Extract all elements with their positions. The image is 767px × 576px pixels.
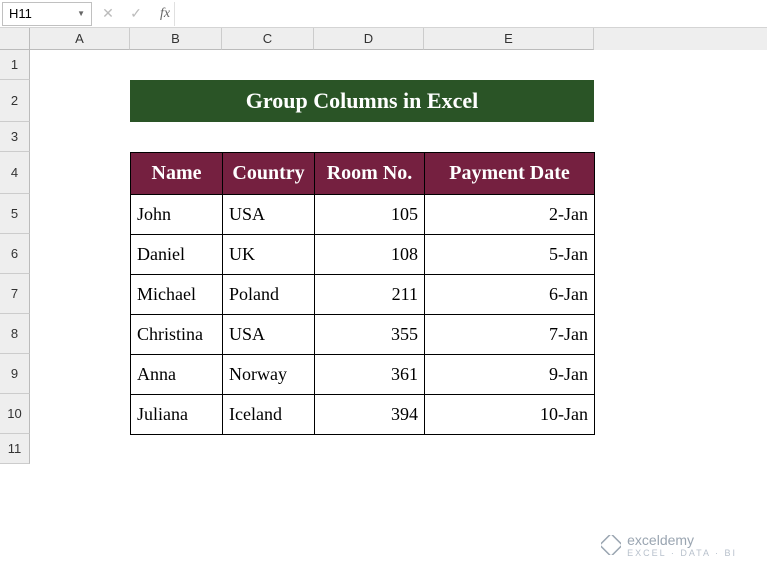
watermark: exceldemy EXCEL · DATA · BI	[601, 532, 737, 558]
watermark-sub: EXCEL · DATA · BI	[627, 548, 737, 558]
cell-country[interactable]: UK	[223, 235, 315, 275]
row-header-11[interactable]: 11	[0, 434, 30, 464]
cell-name[interactable]: Daniel	[131, 235, 223, 275]
chevron-down-icon[interactable]: ▼	[77, 9, 85, 18]
cell-country[interactable]: Poland	[223, 275, 315, 315]
cell-name[interactable]: Anna	[131, 355, 223, 395]
header-name[interactable]: Name	[131, 153, 223, 195]
table-row: Daniel UK 108 5-Jan	[131, 235, 595, 275]
row-header-1[interactable]: 1	[0, 50, 30, 80]
table-row: John USA 105 2-Jan	[131, 195, 595, 235]
row-header-5[interactable]: 5	[0, 194, 30, 234]
select-all-corner[interactable]	[0, 28, 30, 50]
row-header-2[interactable]: 2	[0, 80, 30, 122]
cell-room[interactable]: 211	[315, 275, 425, 315]
header-payment[interactable]: Payment Date	[425, 153, 595, 195]
table-row: Christina USA 355 7-Jan	[131, 315, 595, 355]
row-header-8[interactable]: 8	[0, 314, 30, 354]
cell-payment[interactable]: 6-Jan	[425, 275, 595, 315]
cell-name[interactable]: Christina	[131, 315, 223, 355]
col-header-C[interactable]: C	[222, 28, 314, 50]
cell-name[interactable]: Michael	[131, 275, 223, 315]
cell-payment[interactable]: 10-Jan	[425, 395, 595, 435]
cell-name[interactable]: John	[131, 195, 223, 235]
table-row: Juliana Iceland 394 10-Jan	[131, 395, 595, 435]
col-header-E[interactable]: E	[424, 28, 594, 50]
cell-payment[interactable]: 2-Jan	[425, 195, 595, 235]
cell-room[interactable]: 394	[315, 395, 425, 435]
check-icon[interactable]: ✓	[128, 5, 144, 22]
header-country[interactable]: Country	[223, 153, 315, 195]
formula-bar: H11 ▼ ✕ ✓ fx	[0, 0, 767, 28]
cells-area[interactable]: Group Columns in Excel Name Country Room…	[30, 50, 767, 464]
cell-country[interactable]: USA	[223, 315, 315, 355]
cell-country[interactable]: Norway	[223, 355, 315, 395]
row-header-7[interactable]: 7	[0, 274, 30, 314]
table-row: Anna Norway 361 9-Jan	[131, 355, 595, 395]
cell-room[interactable]: 108	[315, 235, 425, 275]
cell-country[interactable]: USA	[223, 195, 315, 235]
formula-input[interactable]	[174, 2, 767, 26]
cancel-icon[interactable]: ✕	[100, 5, 116, 22]
cell-country[interactable]: Iceland	[223, 395, 315, 435]
row-header-3[interactable]: 3	[0, 122, 30, 152]
cell-room[interactable]: 361	[315, 355, 425, 395]
row-headers: 1 2 3 4 5 6 7 8 9 10 11	[0, 50, 30, 464]
row-header-9[interactable]: 9	[0, 354, 30, 394]
row-header-6[interactable]: 6	[0, 234, 30, 274]
table-row: Michael Poland 211 6-Jan	[131, 275, 595, 315]
name-box[interactable]: H11 ▼	[2, 2, 92, 26]
cell-room[interactable]: 105	[315, 195, 425, 235]
sheet-area: A B C D E 1 2 3 4 5 6 7 8 9 10 11 Group …	[0, 28, 767, 464]
cell-payment[interactable]: 5-Jan	[425, 235, 595, 275]
col-header-D[interactable]: D	[314, 28, 424, 50]
column-headers: A B C D E	[0, 28, 767, 50]
formula-bar-buttons: ✕ ✓	[92, 5, 152, 22]
watermark-icon	[601, 535, 621, 555]
watermark-main: exceldemy	[627, 532, 737, 548]
cell-payment[interactable]: 9-Jan	[425, 355, 595, 395]
cell-room[interactable]: 355	[315, 315, 425, 355]
col-header-B[interactable]: B	[130, 28, 222, 50]
fx-label[interactable]: fx	[160, 6, 170, 22]
table-header-row: Name Country Room No. Payment Date	[131, 153, 595, 195]
name-box-value: H11	[9, 6, 77, 21]
cell-name[interactable]: Juliana	[131, 395, 223, 435]
data-table: Name Country Room No. Payment Date John …	[130, 152, 595, 435]
header-room[interactable]: Room No.	[315, 153, 425, 195]
col-header-A[interactable]: A	[30, 28, 130, 50]
row-header-10[interactable]: 10	[0, 394, 30, 434]
cell-payment[interactable]: 7-Jan	[425, 315, 595, 355]
title-banner: Group Columns in Excel	[130, 80, 594, 122]
row-header-4[interactable]: 4	[0, 152, 30, 194]
